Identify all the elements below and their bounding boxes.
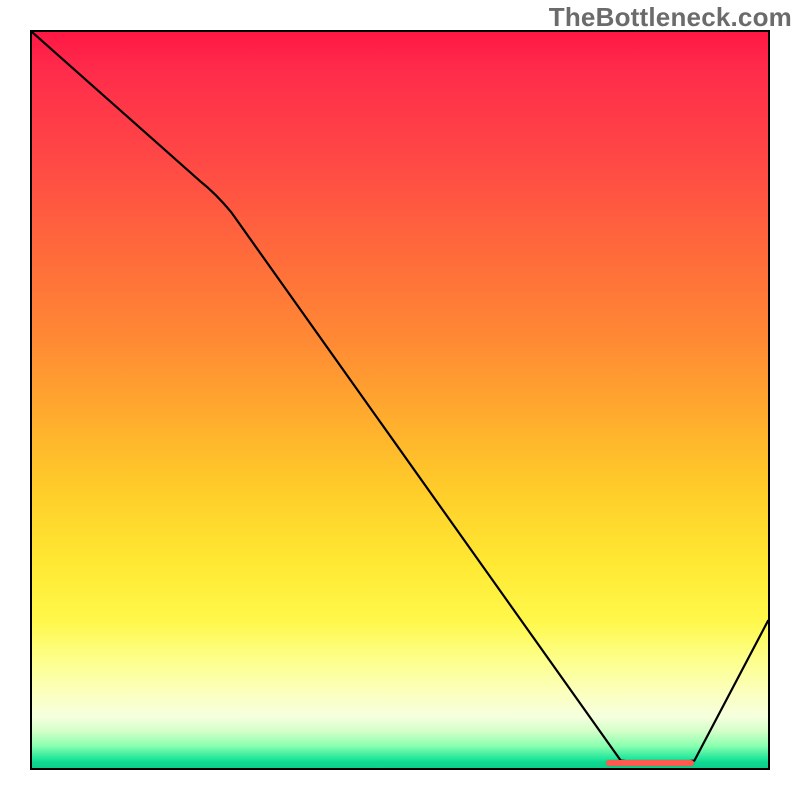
chart-container: TheBottleneck.com [0,0,800,800]
watermark-label: TheBottleneck.com [549,2,792,33]
bottleneck-curve [32,32,768,768]
optimum-band-marker [606,760,694,766]
plot-area [30,30,770,770]
